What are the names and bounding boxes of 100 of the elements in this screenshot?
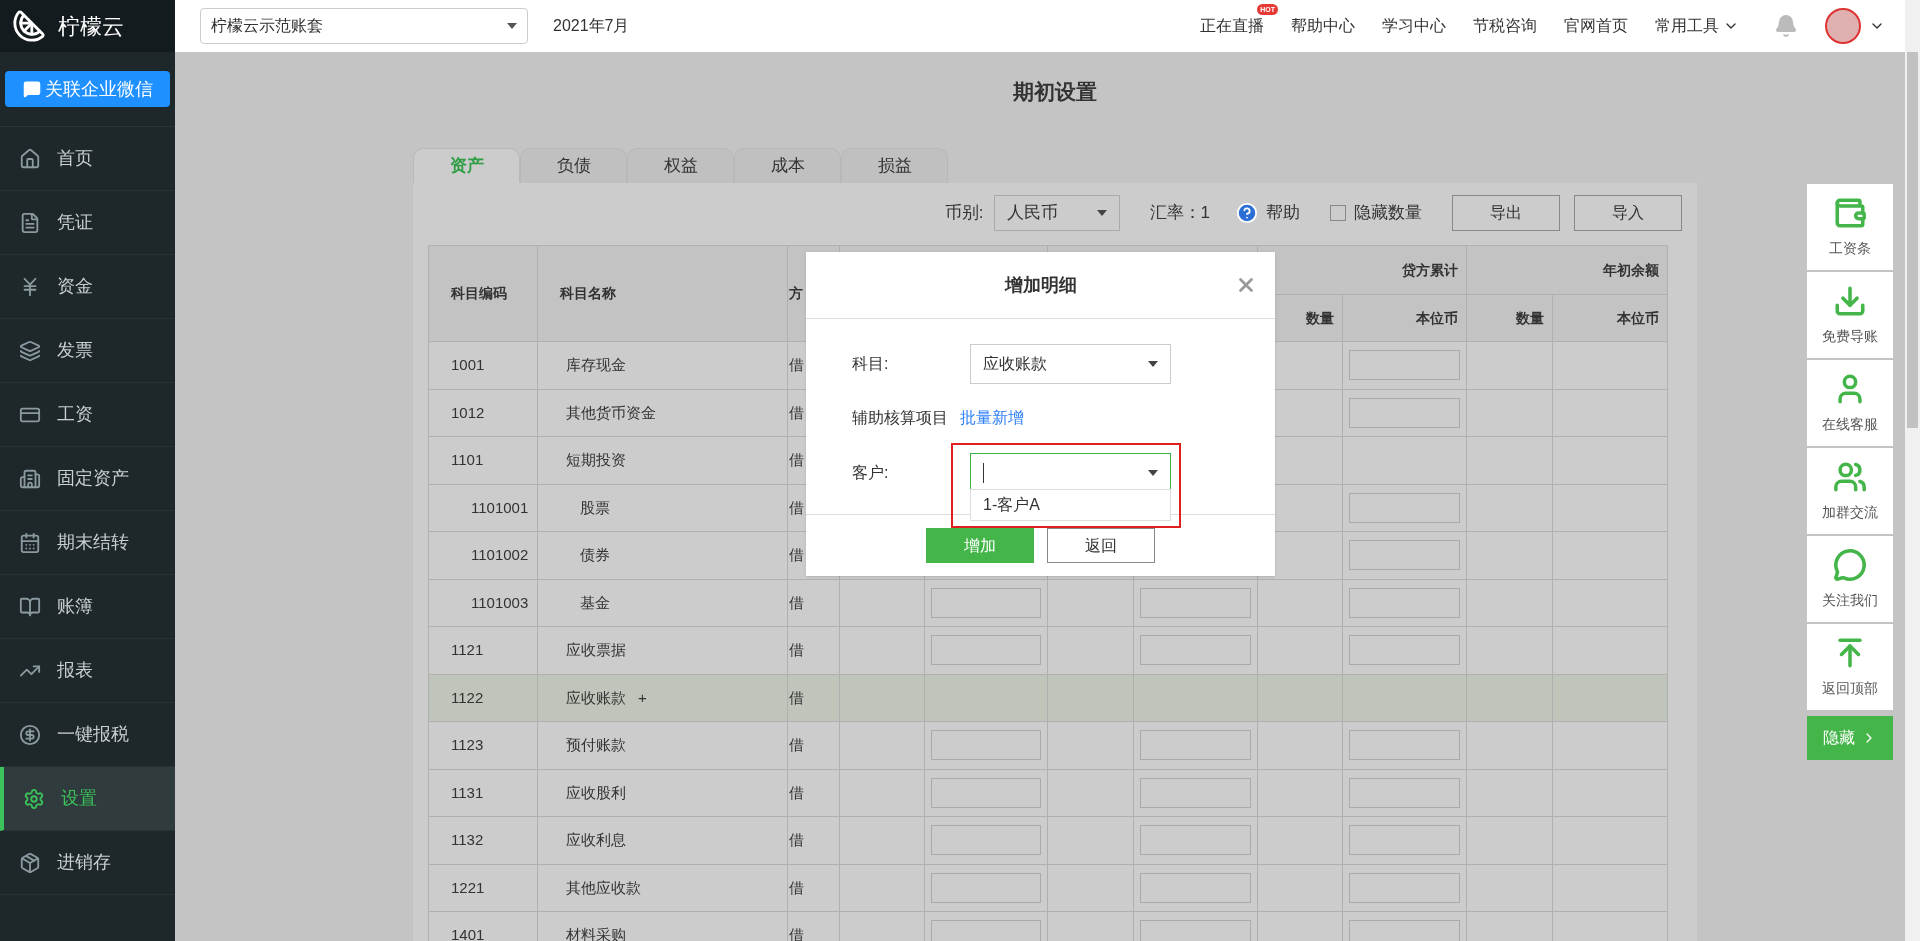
nav-link[interactable]: 帮助中心 (1291, 17, 1355, 34)
input-field[interactable] (1140, 730, 1251, 761)
input-field[interactable] (1140, 635, 1251, 666)
sidebar-item[interactable]: 发票 (0, 319, 175, 383)
stack-icon (19, 339, 41, 362)
field-label: 辅助核算项目 (852, 408, 948, 428)
home-icon (19, 147, 41, 170)
toolbar-button[interactable]: 导出 (1452, 195, 1560, 231)
table-cell: 1001 (451, 356, 485, 374)
input-field[interactable] (931, 872, 1041, 903)
subject-select[interactable]: 应收账款 (970, 344, 1171, 384)
input-field[interactable] (1140, 872, 1251, 903)
dropdown-option[interactable]: 1-客户A (971, 490, 1170, 520)
bell-icon[interactable] (1774, 14, 1798, 38)
input-field[interactable] (1140, 777, 1251, 808)
input-field[interactable] (1349, 540, 1460, 571)
sidebar-item[interactable]: 设置 (0, 767, 175, 831)
input-field[interactable] (1349, 777, 1460, 808)
table-cell: 库存现金 (566, 356, 626, 374)
input-field[interactable] (1140, 825, 1251, 856)
wallet-icon (1833, 195, 1867, 230)
table-cell: 借 (789, 783, 804, 801)
nav-link[interactable]: 节税咨询 (1473, 17, 1537, 34)
input-field[interactable] (931, 825, 1041, 856)
sidebar-item[interactable]: 期末结转 (0, 511, 175, 575)
calendar-icon (19, 531, 41, 554)
input-field[interactable] (1349, 350, 1460, 381)
sidebar-item[interactable]: 工资 (0, 383, 175, 447)
tab[interactable]: 成本 (734, 148, 841, 183)
account-select[interactable]: 柠檬云示范账套 (200, 8, 528, 44)
checkbox-label: 隐藏数量 (1354, 202, 1422, 225)
float-panel-item[interactable]: 免费导账 (1807, 272, 1893, 358)
sidebar-item[interactable]: 凭证 (0, 191, 175, 255)
sidebar-item[interactable]: 报表 (0, 639, 175, 703)
float-panel-item[interactable]: 加群交流 (1807, 448, 1893, 534)
input-field[interactable] (1349, 872, 1460, 903)
float-panel-item[interactable]: 工资条 (1807, 184, 1893, 270)
table-cell: 1123 (451, 736, 484, 754)
scrollbar-thumb[interactable] (1907, 52, 1918, 428)
table-cell: 1012 (451, 403, 485, 421)
input-field[interactable] (1140, 587, 1251, 618)
input-field[interactable] (1349, 730, 1460, 761)
input-field[interactable] (931, 730, 1041, 761)
currency-label: 币别: (944, 202, 984, 225)
nav-link[interactable]: 正在直播 (1200, 17, 1264, 34)
table-cell: 借 (789, 688, 804, 706)
checkbox[interactable] (1330, 205, 1346, 221)
table-cell: 借 (789, 546, 804, 564)
sidebar-item[interactable]: 首页 (0, 127, 175, 191)
nav-link[interactable]: 学习中心 (1382, 17, 1446, 34)
table-cell: 1101 (451, 451, 484, 469)
back-button[interactable]: 返回 (1047, 528, 1155, 563)
table-cell: 应收账款 (566, 688, 626, 706)
period-label: 2021年7月 (553, 16, 630, 36)
batch-add-link[interactable]: 批量新增 (960, 406, 1024, 430)
scrollbar[interactable] (1905, 0, 1920, 941)
input-field[interactable] (1349, 635, 1460, 666)
add-button[interactable]: + (638, 686, 647, 710)
document-icon (19, 211, 41, 234)
sidebar-item[interactable]: 进销存 (0, 831, 175, 895)
currency-select[interactable]: 人民币 (993, 195, 1120, 231)
help-link[interactable]: 帮助 (1266, 200, 1300, 226)
float-panel-item[interactable]: 关注我们 (1807, 536, 1893, 622)
help-icon[interactable] (1236, 202, 1258, 224)
column-header: 方 (789, 285, 803, 301)
lemon-logo-icon (12, 9, 46, 43)
nav-link[interactable]: 官网首页 (1564, 17, 1628, 34)
input-field[interactable] (931, 635, 1041, 666)
tab[interactable]: 损益 (841, 148, 948, 183)
dollar-icon (19, 723, 41, 746)
input-field[interactable] (931, 587, 1041, 618)
table-cell: 借 (789, 498, 804, 516)
avatar[interactable] (1825, 8, 1861, 44)
sidebar-item[interactable]: 资金 (0, 255, 175, 319)
input-field[interactable] (1349, 492, 1460, 523)
caret-icon (1096, 210, 1107, 216)
float-panel-item[interactable]: 在线客服 (1807, 360, 1893, 446)
input-field[interactable] (1349, 920, 1460, 941)
page-title: 期初设置 (1012, 79, 1098, 105)
sidebar-item[interactable]: 账簿 (0, 575, 175, 639)
input-field[interactable] (1349, 397, 1460, 428)
book-icon (19, 595, 41, 618)
chat-icon (1833, 547, 1867, 582)
table-cell: 股票 (580, 498, 610, 516)
table-cell: 借 (789, 831, 804, 849)
sidebar-item[interactable]: 固定资产 (0, 447, 175, 511)
tools-menu[interactable]: 常用工具 (1655, 14, 1739, 38)
toolbar-button[interactable]: 导入 (1574, 195, 1682, 231)
input-field[interactable] (1140, 920, 1251, 941)
tab[interactable]: 权益 (627, 148, 734, 183)
text-cursor (983, 463, 984, 483)
table-cell: 1121 (451, 641, 484, 659)
input-field[interactable] (931, 777, 1041, 808)
input-field[interactable] (1349, 587, 1460, 618)
float-panel-item[interactable]: 返回顶部 (1807, 624, 1893, 710)
input-field[interactable] (1349, 825, 1460, 856)
tab[interactable]: 负债 (520, 148, 627, 183)
input-field[interactable] (931, 920, 1041, 941)
table-cell: 1221 (451, 878, 485, 896)
table-cell: 借 (789, 403, 804, 421)
